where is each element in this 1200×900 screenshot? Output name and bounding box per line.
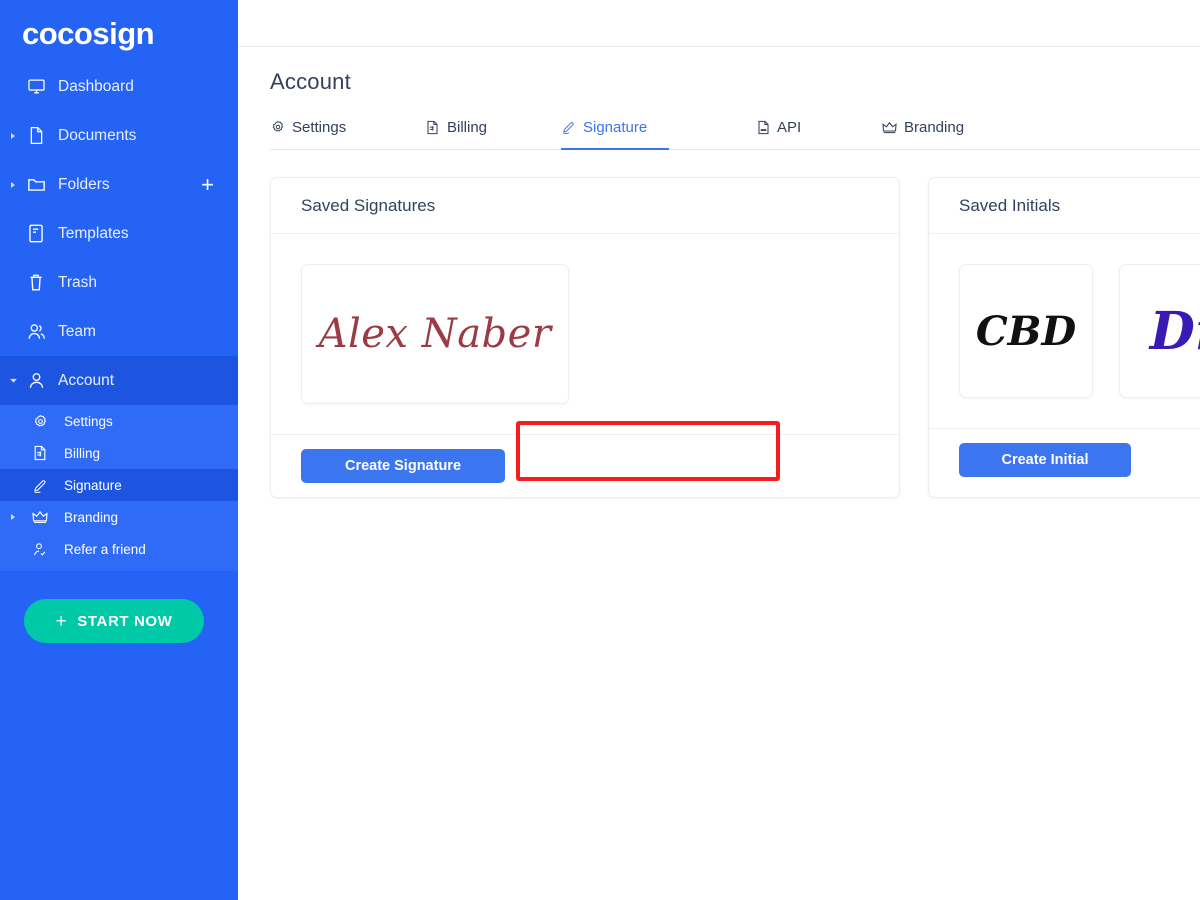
- sidebar-subitem-label: Refer a friend: [64, 541, 146, 557]
- saved-signatures-footer: Create Signature: [271, 435, 899, 497]
- sidebar-item-label: Dashboard: [58, 77, 134, 95]
- sidebar-subitem-label: Settings: [64, 413, 113, 429]
- chevron-right-icon[interactable]: [8, 512, 18, 522]
- pen-icon: [561, 120, 576, 135]
- saved-initials-footer: Create Initial: [929, 429, 1200, 491]
- signature-thumbnail[interactable]: Alex Naber: [301, 264, 569, 404]
- tab-settings[interactable]: Settings: [270, 113, 425, 149]
- sidebar-item-templates[interactable]: Templates: [0, 209, 238, 258]
- sidebar-item-label: Account: [58, 371, 115, 389]
- sidebar-subitem-refer-a-friend[interactable]: Refer a friend: [0, 533, 238, 565]
- tab-signature[interactable]: Signature: [561, 113, 669, 150]
- sidebar-subitem-settings[interactable]: Settings: [0, 405, 238, 437]
- monitor-icon: [26, 77, 46, 97]
- sidebar-item-team[interactable]: Team: [0, 307, 238, 356]
- api-file-icon: [757, 120, 770, 135]
- main-content: Account Settings Billing Signature API B…: [238, 0, 1200, 900]
- sidebar-item-label: Documents: [58, 126, 137, 144]
- invoice-icon: [425, 120, 440, 135]
- template-icon: [26, 224, 46, 244]
- sidebar-nav: Dashboard Documents Folders + Templates …: [0, 62, 238, 571]
- team-icon: [26, 322, 46, 342]
- saved-signatures-body: Alex Naber: [271, 234, 899, 435]
- sidebar-subitem-label: Billing: [64, 445, 101, 461]
- initial-thumbnail[interactable]: CBD: [959, 264, 1093, 398]
- page-title: Account: [270, 69, 351, 94]
- add-folder-icon[interactable]: +: [201, 173, 214, 196]
- chevron-right-icon[interactable]: [8, 180, 18, 190]
- sidebar-submenu-account: Settings Billing Signature Branding Refe…: [0, 405, 238, 571]
- saved-initials-title: Saved Initials: [929, 178, 1200, 234]
- initial-text: Dr: [1149, 300, 1200, 362]
- tab-label: Branding: [904, 118, 965, 136]
- saved-signatures-title: Saved Signatures: [271, 178, 899, 234]
- tab-label: Signature: [583, 118, 648, 136]
- document-icon: [26, 126, 46, 146]
- sidebar-subitem-label: Branding: [64, 509, 119, 525]
- sidebar-item-dashboard[interactable]: Dashboard: [0, 62, 238, 111]
- saved-initials-card: Saved Initials CBD Dr Create Initial: [928, 177, 1200, 498]
- sidebar-item-account[interactable]: Account: [0, 356, 238, 405]
- app-logo[interactable]: cocosign: [0, 0, 238, 56]
- referral-icon: [32, 541, 48, 557]
- start-now-wrapper: + START NOW: [0, 571, 238, 643]
- sidebar-item-documents[interactable]: Documents: [0, 111, 238, 160]
- invoice-icon: [32, 445, 48, 461]
- saved-signatures-card: Saved Signatures Alex Naber Create Signa…: [270, 177, 900, 498]
- create-signature-button[interactable]: Create Signature: [301, 449, 505, 483]
- sidebar-item-label: Folders: [58, 175, 110, 193]
- chevron-right-icon[interactable]: [8, 131, 18, 141]
- tab-branding[interactable]: Branding: [882, 113, 964, 149]
- crown-icon: [32, 509, 48, 525]
- tab-billing[interactable]: Billing: [425, 113, 561, 149]
- sidebar-item-label: Templates: [58, 224, 129, 242]
- folder-icon: [26, 175, 46, 195]
- tab-label: API: [777, 118, 802, 136]
- saved-initials-body: CBD Dr: [929, 234, 1200, 429]
- sidebar-item-folders[interactable]: Folders +: [0, 160, 238, 209]
- sidebar-subitem-branding[interactable]: Branding: [0, 501, 238, 533]
- gear-icon: [270, 120, 285, 135]
- chevron-down-icon[interactable]: [8, 376, 18, 386]
- app-root: cocosign Dashboard Documents Folders + T…: [0, 0, 1200, 900]
- user-icon: [26, 371, 46, 391]
- sidebar: cocosign Dashboard Documents Folders + T…: [0, 0, 238, 900]
- crown-icon: [882, 120, 897, 135]
- top-bar: [238, 0, 1200, 47]
- sidebar-item-label: Team: [58, 322, 96, 340]
- initial-thumbnail[interactable]: Dr: [1119, 264, 1200, 398]
- signature-text: Alex Naber: [318, 311, 552, 357]
- plus-icon: +: [55, 610, 68, 632]
- sidebar-item-trash[interactable]: Trash: [0, 258, 238, 307]
- cards-container: Saved Signatures Alex Naber Create Signa…: [270, 177, 1200, 498]
- tab-label: Billing: [447, 118, 488, 136]
- sidebar-item-label: Trash: [58, 273, 98, 291]
- sidebar-subitem-label: Signature: [64, 477, 122, 493]
- sidebar-subitem-signature[interactable]: Signature: [0, 469, 238, 501]
- gear-icon: [32, 413, 48, 429]
- account-tabs: Settings Billing Signature API Branding: [270, 113, 1200, 150]
- start-now-label: START NOW: [77, 612, 173, 630]
- create-initial-button[interactable]: Create Initial: [959, 443, 1131, 477]
- tab-api[interactable]: API: [757, 113, 801, 149]
- initial-text: CBD: [975, 307, 1077, 355]
- tab-label: Settings: [292, 118, 347, 136]
- pen-icon: [32, 477, 48, 493]
- start-now-button[interactable]: + START NOW: [24, 599, 204, 643]
- sidebar-subitem-billing[interactable]: Billing: [0, 437, 238, 469]
- trash-icon: [26, 273, 46, 293]
